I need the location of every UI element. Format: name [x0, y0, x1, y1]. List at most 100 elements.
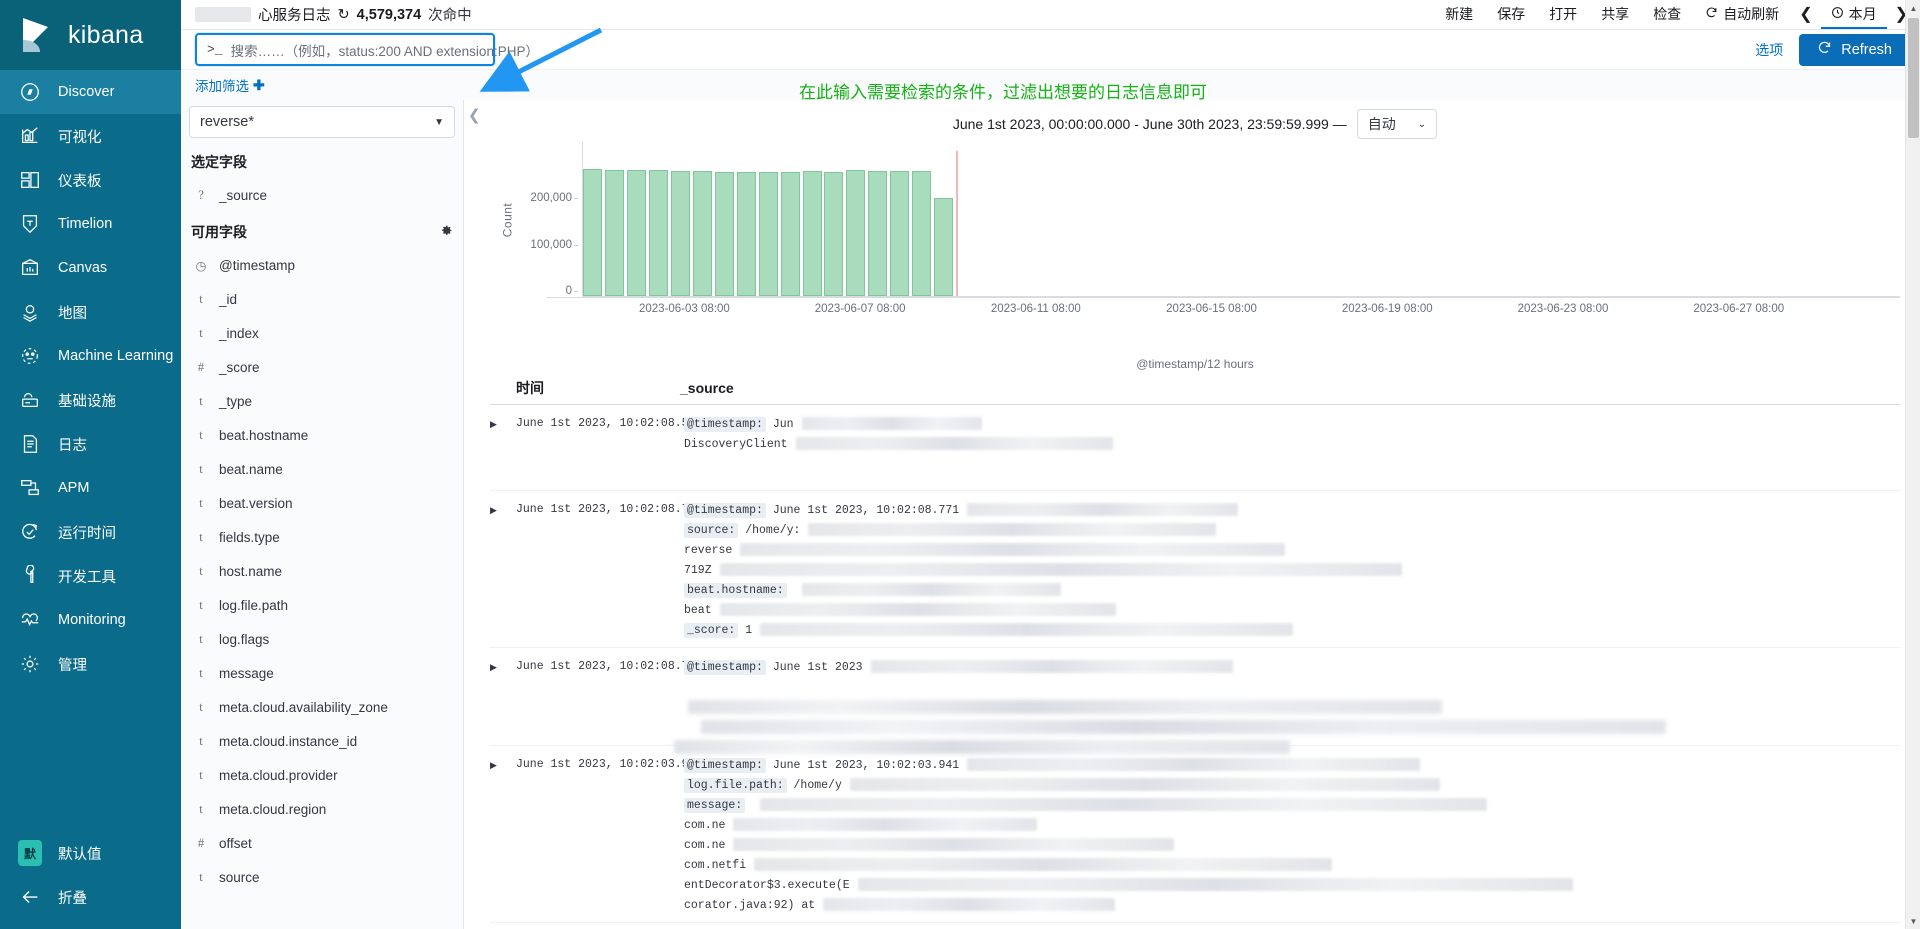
refresh-button[interactable]: Refresh — [1799, 33, 1910, 66]
sidebar-item-maps[interactable]: 地图 — [0, 290, 181, 334]
table-row: ▶June 1st 2023, 10:02:08.561 — [490, 923, 1900, 929]
open-button[interactable]: 打开 — [1537, 0, 1589, 29]
histogram-bar[interactable] — [824, 171, 844, 296]
field-row[interactable]: t meta.cloud.instance_id — [181, 724, 463, 758]
histogram-bar[interactable] — [648, 170, 668, 296]
source-field-value: DiscoveryClient — [684, 438, 788, 451]
field-row[interactable]: t log.flags — [181, 622, 463, 656]
histogram-bar[interactable] — [802, 171, 822, 296]
histogram-bar[interactable] — [912, 170, 932, 296]
date-prev-button[interactable]: ❮ — [1791, 0, 1820, 29]
scroll-down-arrow[interactable]: ▼ — [1906, 913, 1920, 929]
field-row[interactable]: ◷ @timestamp — [181, 248, 463, 282]
add-filter-button[interactable]: 添加筛选 ✚ — [195, 75, 265, 95]
compass-icon — [18, 80, 42, 104]
field-row[interactable]: t message — [181, 656, 463, 690]
expand-row-button[interactable]: ▶ — [490, 501, 516, 641]
arrow-left-icon — [18, 885, 42, 909]
field-row[interactable]: t source — [181, 860, 463, 894]
sidebar-item-machine-learning[interactable]: Machine Learning — [0, 334, 181, 378]
chevron-down-icon: ⌄ — [1417, 118, 1427, 130]
primary-sidebar: kibana Discover 可视化 仪表板 Timelion Canvas … — [0, 0, 181, 929]
histogram-bar[interactable] — [890, 171, 910, 296]
field-row[interactable]: t _index — [181, 316, 463, 350]
field-row[interactable]: # _score — [181, 350, 463, 384]
x-axis-line — [546, 297, 1900, 298]
source-line: source: /home/y: — [684, 521, 1900, 541]
column-source[interactable]: _source — [670, 380, 734, 396]
field-row[interactable]: # offset — [181, 826, 463, 860]
column-time[interactable]: 时间 — [490, 378, 670, 398]
sidebar-item-visualize[interactable]: 可视化 — [0, 114, 181, 158]
source-field-value: reverse — [684, 544, 733, 557]
source-line: @timestamp: June 1st 2023, 10:02:08.771 — [684, 501, 1900, 521]
sidebar-item-apm[interactable]: APM — [0, 466, 181, 510]
histogram-bar[interactable] — [714, 171, 734, 296]
sidebar-item-space[interactable]: 默 默认值 — [0, 831, 181, 875]
sidebar-item-management[interactable]: 管理 — [0, 642, 181, 686]
histogram-bar[interactable] — [868, 170, 888, 296]
sidebar-item-timelion[interactable]: Timelion — [0, 202, 181, 246]
field-row[interactable]: ? _source — [181, 178, 463, 212]
scroll-up-arrow[interactable]: ▲ — [1906, 0, 1920, 16]
histogram-bar[interactable] — [934, 198, 954, 296]
inspect-button[interactable]: 检查 — [1641, 0, 1693, 29]
table-rows: ▶ June 1st 2023, 10:02:08.555 @timestamp: … — [490, 405, 1900, 929]
histogram-bar[interactable] — [758, 171, 778, 296]
sidebar-item-infrastructure[interactable]: 基础设施 — [0, 378, 181, 422]
histogram-bar[interactable] — [736, 172, 756, 296]
space-avatar-badge: 默 — [18, 840, 42, 866]
sidebar-item-discover[interactable]: Discover — [0, 70, 181, 114]
save-button[interactable]: 保存 — [1485, 0, 1537, 29]
field-row[interactable]: t host.name — [181, 554, 463, 588]
histogram-bar[interactable] — [780, 172, 800, 296]
gear-icon[interactable] — [440, 224, 453, 240]
histogram-bar[interactable] — [604, 169, 624, 296]
collapse-panel-icon[interactable]: ❮ — [468, 106, 484, 124]
sidebar-item-collapse[interactable]: 折叠 — [0, 875, 181, 919]
share-button[interactable]: 共享 — [1589, 0, 1641, 29]
field-row[interactable]: t beat.hostname — [181, 418, 463, 452]
search-input[interactable]: >_ 搜索……（例如，status:200 AND extension:PHP） — [195, 33, 539, 66]
expand-row-button[interactable]: ▶ — [490, 756, 516, 916]
toolbar-actions: 新建 保存 打开 共享 检查 自动刷新 ❮ 本月 ❯ — [1433, 0, 1916, 29]
field-type-icon: t — [199, 801, 203, 816]
new-button[interactable]: 新建 — [1433, 0, 1485, 29]
options-link[interactable]: 选项 — [1755, 40, 1789, 60]
histogram-bar[interactable] — [670, 170, 690, 296]
field-row[interactable]: t beat.name — [181, 452, 463, 486]
interval-select[interactable]: 自动 ⌄ — [1356, 109, 1438, 139]
field-row[interactable]: t beat.version — [181, 486, 463, 520]
sidebar-item-dev-tools[interactable]: 开发工具 — [0, 554, 181, 598]
auto-refresh-button[interactable]: 自动刷新 — [1693, 0, 1791, 29]
field-row[interactable]: t fields.type — [181, 520, 463, 554]
histogram-bar[interactable] — [692, 171, 712, 296]
scrollbar-thumb[interactable] — [1908, 18, 1919, 138]
field-row[interactable]: t _id — [181, 282, 463, 316]
redacted-content — [857, 878, 1573, 892]
page-scrollbar[interactable]: ▲ ▼ — [1905, 0, 1920, 929]
sidebar-item-canvas[interactable]: Canvas — [0, 246, 181, 290]
sidebar-item-uptime[interactable]: 运行时间 — [0, 510, 181, 554]
expand-row-button[interactable]: ▶ — [490, 658, 516, 739]
histogram-bar[interactable] — [626, 169, 646, 296]
source-field-value: entDecorator$3.execute(E — [684, 879, 850, 892]
field-type-icon: t — [199, 325, 203, 340]
sidebar-item-label: 管理 — [58, 657, 87, 674]
expand-row-button[interactable]: ▶ — [490, 415, 516, 484]
sidebar-item-monitoring[interactable]: Monitoring — [0, 598, 181, 642]
sidebar-item-dashboard[interactable]: 仪表板 — [0, 158, 181, 202]
date-quick-select[interactable]: 本月 — [1820, 0, 1887, 29]
field-row[interactable]: t meta.cloud.availability_zone — [181, 690, 463, 724]
available-fields-title: 可用字段 — [191, 224, 247, 240]
field-row[interactable]: t log.file.path — [181, 588, 463, 622]
field-row[interactable]: t _type — [181, 384, 463, 418]
field-row[interactable]: t meta.cloud.provider — [181, 758, 463, 792]
field-row[interactable]: t meta.cloud.region — [181, 792, 463, 826]
histogram-bar[interactable] — [846, 170, 866, 296]
sidebar-item-logs[interactable]: 日志 — [0, 422, 181, 466]
kibana-logo[interactable]: kibana — [0, 0, 181, 70]
histogram-bar[interactable] — [583, 169, 603, 296]
table-row: ▶ June 1st 2023, 10:02:08.771 @timestamp: … — [490, 491, 1900, 648]
index-pattern-select[interactable]: reverse* ▼ — [189, 106, 455, 138]
